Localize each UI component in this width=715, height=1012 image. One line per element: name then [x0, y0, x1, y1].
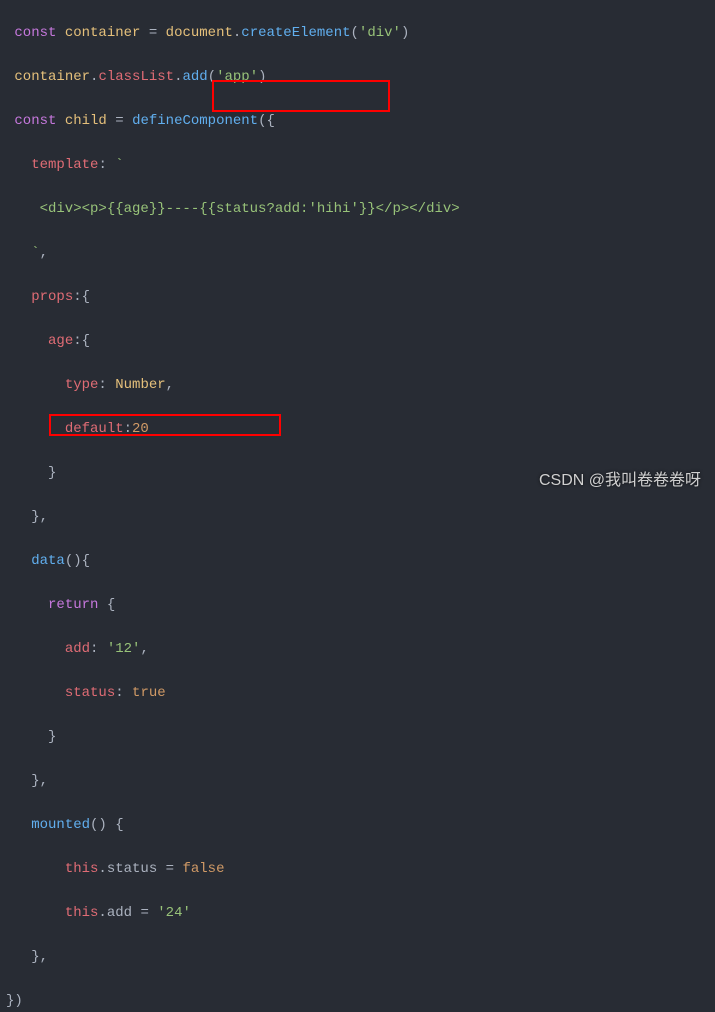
code-line: container.classList.add('app') [6, 66, 709, 88]
code-line: } [6, 726, 709, 748]
code-line: age:{ [6, 330, 709, 352]
code-line: template: ` [6, 154, 709, 176]
code-line: this.status = false [6, 858, 709, 880]
code-editor[interactable]: const container = document.createElement… [0, 0, 715, 1012]
watermark: CSDN @我叫卷卷卷呀 [539, 470, 701, 492]
code-line: props:{ [6, 286, 709, 308]
code-line: type: Number, [6, 374, 709, 396]
code-line: default:20 [6, 418, 709, 440]
code-line: this.add = '24' [6, 902, 709, 924]
code-line: }, [6, 946, 709, 968]
code-line: return { [6, 594, 709, 616]
code-line: const container = document.createElement… [6, 22, 709, 44]
code-line: status: true [6, 682, 709, 704]
code-line: <div><p>{{age}}----{{status?add:'hihi'}}… [6, 198, 709, 220]
code-line: mounted() { [6, 814, 709, 836]
code-line: }) [6, 990, 709, 1012]
code-line: `, [6, 242, 709, 264]
code-line: data(){ [6, 550, 709, 572]
code-line: const child = defineComponent({ [6, 110, 709, 132]
code-line: }, [6, 506, 709, 528]
code-line: }, [6, 770, 709, 792]
code-line: add: '12', [6, 638, 709, 660]
